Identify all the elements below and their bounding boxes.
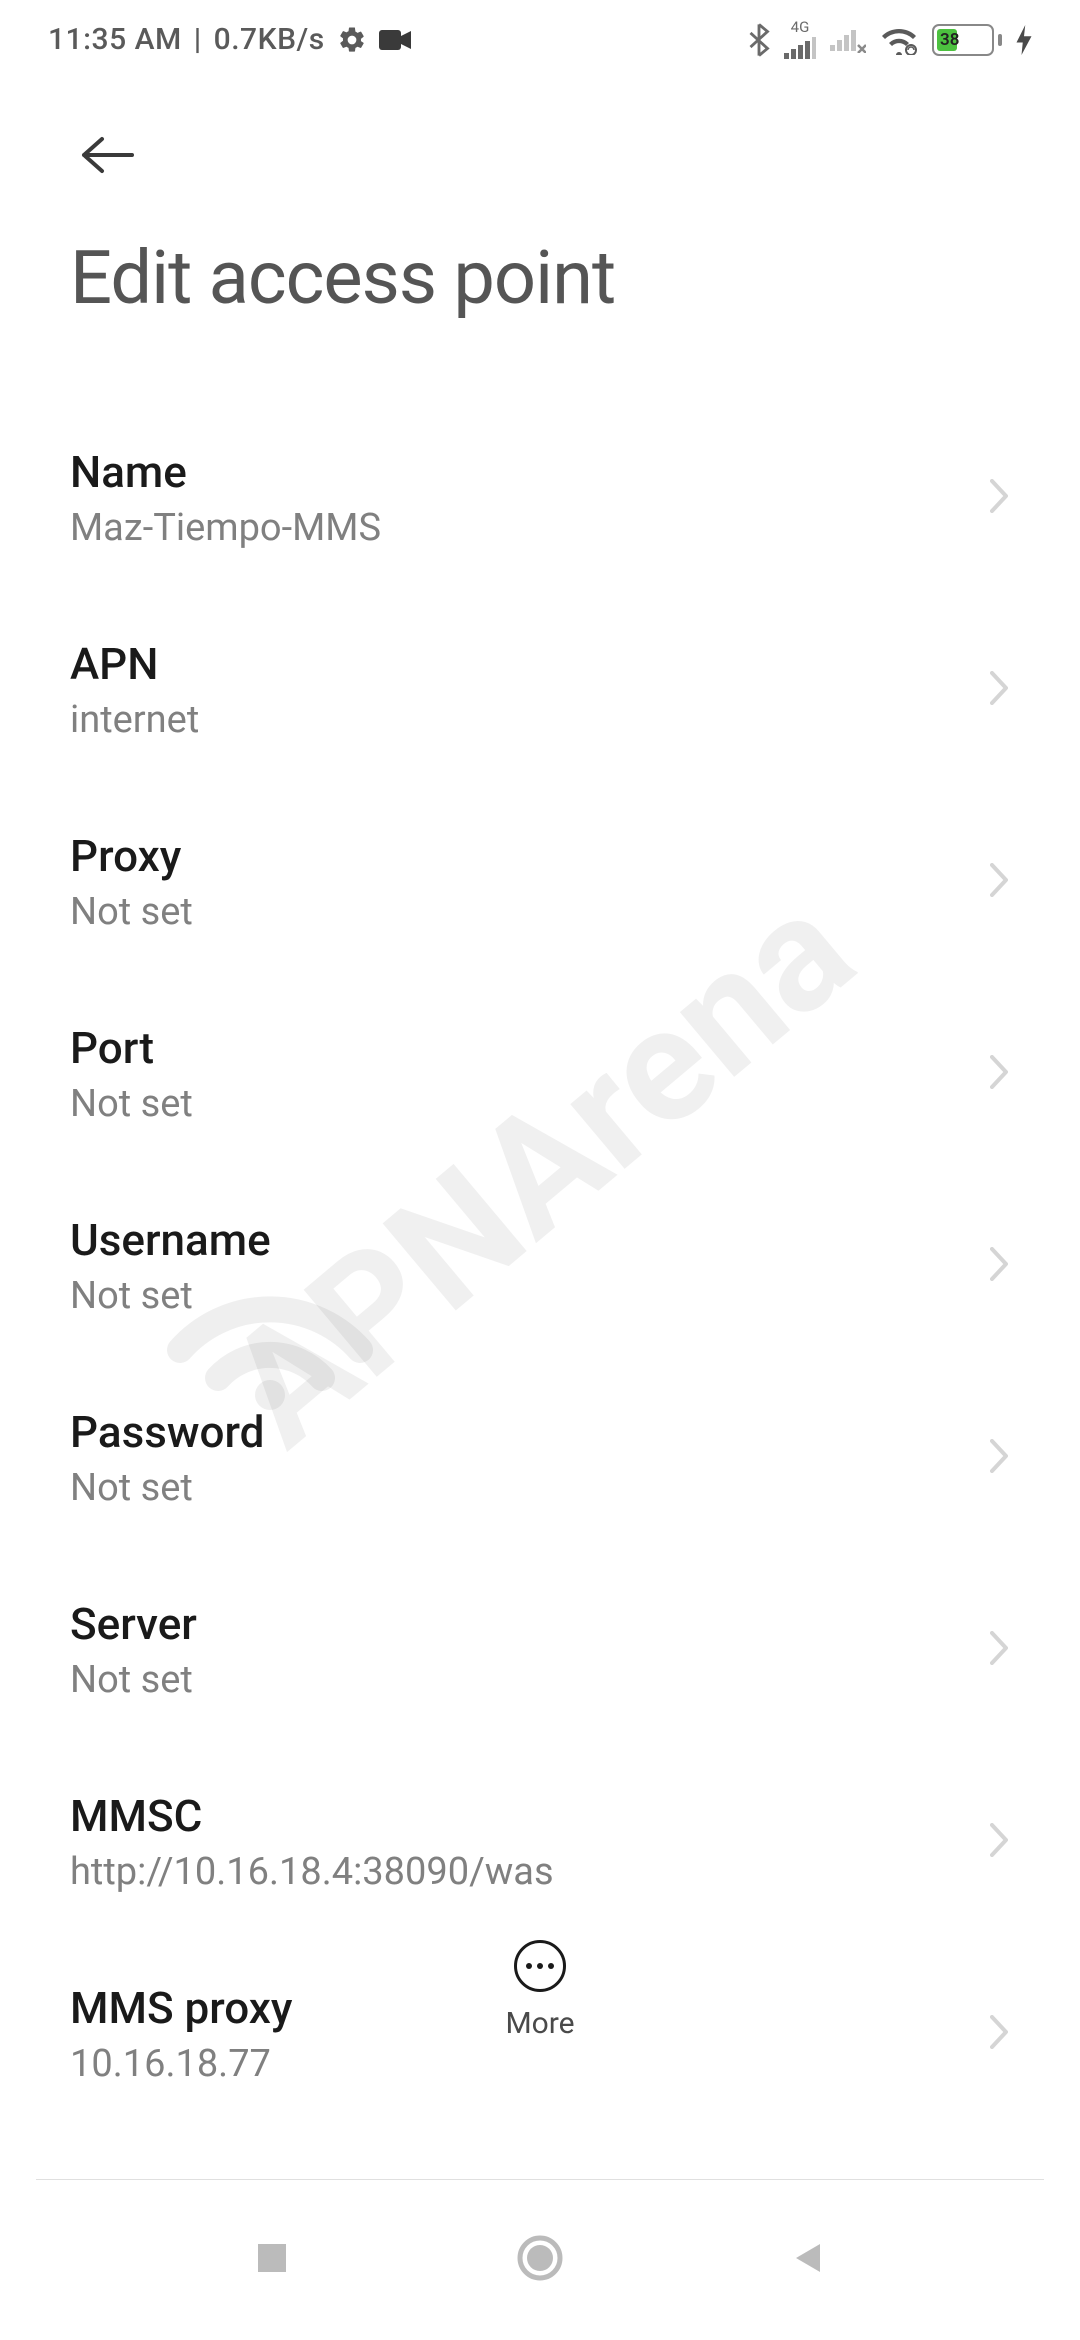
row-label: APN: [70, 638, 968, 690]
page-title: Edit access point: [70, 219, 1010, 382]
back-button[interactable]: [70, 121, 136, 219]
row-value: Not set: [70, 890, 968, 934]
page-header: Edit access point: [0, 71, 1080, 402]
battery-indicator: 38: [932, 24, 1002, 56]
chevron-right-icon: [988, 1053, 1010, 1095]
row-label: Server: [70, 1598, 968, 1650]
status-bar: 11:35 AM | 0.7KB/s 4G 38: [0, 0, 1080, 71]
row-mms-proxy[interactable]: MMS proxy 10.16.18.77: [70, 1938, 1010, 2086]
settings-list: Name Maz-Tiempo-MMS APN internet Proxy N…: [0, 402, 1080, 2086]
row-server[interactable]: Server Not set: [70, 1554, 1010, 1746]
row-value: Not set: [70, 1658, 968, 1702]
row-apn[interactable]: APN internet: [70, 594, 1010, 786]
row-username[interactable]: Username Not set: [70, 1170, 1010, 1362]
row-port[interactable]: Port Not set: [70, 978, 1010, 1170]
camera-icon: [379, 28, 411, 52]
row-label: Name: [70, 446, 968, 498]
row-value: Not set: [70, 1082, 968, 1126]
gear-icon: [337, 25, 367, 55]
row-value: Not set: [70, 1466, 968, 1510]
chevron-right-icon: [988, 2013, 1010, 2055]
chevron-right-icon: [988, 861, 1010, 903]
nav-recents-button[interactable]: [252, 2238, 292, 2282]
bluetooth-icon: [748, 23, 770, 57]
chevron-right-icon: [988, 669, 1010, 711]
status-time: 11:35 AM: [48, 22, 182, 57]
chevron-right-icon: [988, 1629, 1010, 1671]
signal-nosim-icon: [830, 27, 866, 53]
wifi-icon: [880, 25, 918, 55]
row-value: http://10.16.18.4:38090/was: [70, 1850, 968, 1894]
chevron-right-icon: [988, 1245, 1010, 1287]
charging-icon: [1016, 25, 1032, 55]
signal-4g-icon: 4G: [784, 20, 816, 59]
row-label: Password: [70, 1406, 968, 1458]
row-password[interactable]: Password Not set: [70, 1362, 1010, 1554]
row-name[interactable]: Name Maz-Tiempo-MMS: [70, 402, 1010, 594]
row-value: Not set: [70, 1274, 968, 1318]
system-nav-bar: [0, 2180, 1080, 2340]
row-proxy[interactable]: Proxy Not set: [70, 786, 1010, 978]
row-label: Proxy: [70, 830, 968, 882]
row-mmsc[interactable]: MMSC http://10.16.18.4:38090/was: [70, 1746, 1010, 1938]
chevron-right-icon: [988, 1821, 1010, 1863]
chevron-right-icon: [988, 1437, 1010, 1479]
status-separator: |: [194, 22, 202, 57]
row-label: Port: [70, 1022, 968, 1074]
row-value: 10.16.18.77: [70, 2042, 968, 2086]
row-value: internet: [70, 698, 968, 742]
status-network-speed: 0.7KB/s: [214, 22, 325, 57]
row-label: MMSC: [70, 1790, 968, 1842]
row-label: Username: [70, 1214, 968, 1266]
row-label: MMS proxy: [70, 1982, 968, 2034]
nav-home-button[interactable]: [516, 2234, 564, 2286]
row-value: Maz-Tiempo-MMS: [70, 506, 968, 550]
chevron-right-icon: [988, 477, 1010, 519]
nav-back-button[interactable]: [788, 2238, 828, 2282]
